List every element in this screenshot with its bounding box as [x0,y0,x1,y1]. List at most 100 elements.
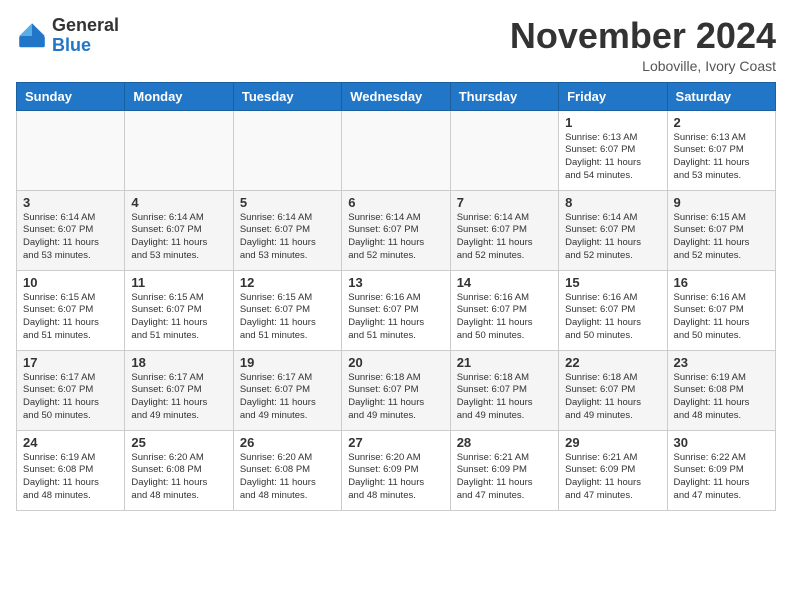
calendar-cell: 28 Sunrise: 6:21 AMSunset: 6:09 PMDayligh… [450,430,558,510]
day-info: Sunrise: 6:21 AMSunset: 6:09 PMDaylight:… [565,452,660,503]
calendar-week-row: 17 Sunrise: 6:17 AMSunset: 6:07 PMDayligh… [17,350,776,430]
calendar-cell: 25 Sunrise: 6:20 AMSunset: 6:08 PMDayligh… [125,430,233,510]
day-info: Sunrise: 6:16 AMSunset: 6:07 PMDaylight:… [565,292,660,343]
day-number: 6 [348,195,443,210]
col-header-tuesday: Tuesday [233,82,341,110]
calendar-cell: 10 Sunrise: 6:15 AMSunset: 6:07 PMDayligh… [17,270,125,350]
calendar-cell [450,110,558,190]
day-info: Sunrise: 6:15 AMSunset: 6:07 PMDaylight:… [131,292,226,343]
day-number: 27 [348,435,443,450]
calendar-cell: 7Sunrise: 6:14 AMSunset: 6:07 PMDaylight… [450,190,558,270]
day-number: 24 [23,435,118,450]
day-number: 2 [674,115,769,130]
calendar-cell: 16Sunrise: 6:16 AMSunset: 6:07 PMDayligh… [667,270,775,350]
day-number: 9 [674,195,769,210]
col-header-sunday: Sunday [17,82,125,110]
day-info: Sunrise: 6:14 AMSunset: 6:07 PMDaylight:… [23,212,118,263]
day-number: 23 [674,355,769,370]
calendar-cell [17,110,125,190]
calendar-cell [342,110,450,190]
day-number: 13 [348,275,443,290]
col-header-thursday: Thursday [450,82,558,110]
calendar-cell: 29 Sunrise: 6:21 AMSunset: 6:09 PMDayligh… [559,430,667,510]
day-number: 10 [23,275,118,290]
logo-icon [16,20,48,52]
day-info: Sunrise: 6:14 AMSunset: 6:07 PMDaylight:… [240,212,335,263]
day-number: 1 [565,115,660,130]
day-info: Sunrise: 6:17 AMSunset: 6:07 PMDaylight:… [23,372,118,423]
day-number: 12 [240,275,335,290]
page-header: General Blue November 2024 Loboville, Iv… [16,16,776,74]
calendar-cell [233,110,341,190]
calendar-cell: 13Sunrise: 6:16 AMSunset: 6:07 PMDayligh… [342,270,450,350]
day-info: Sunrise: 6:16 AMSunset: 6:07 PMDaylight:… [457,292,552,343]
day-number: 3 [23,195,118,210]
day-info: Sunrise: 6:17 AMSunset: 6:07 PMDaylight:… [131,372,226,423]
day-number: 11 [131,275,226,290]
calendar-week-row: 3 Sunrise: 6:14 AMSunset: 6:07 PMDaylight… [17,190,776,270]
calendar-cell: 6 Sunrise: 6:14 AMSunset: 6:07 PMDaylight… [342,190,450,270]
calendar-cell: 1Sunrise: 6:13 AMSunset: 6:07 PMDaylight… [559,110,667,190]
calendar-cell: 2 Sunrise: 6:13 AMSunset: 6:07 PMDaylight… [667,110,775,190]
calendar-cell: 3 Sunrise: 6:14 AMSunset: 6:07 PMDaylight… [17,190,125,270]
calendar-cell: 23 Sunrise: 6:19 AMSunset: 6:08 PMDayligh… [667,350,775,430]
col-header-wednesday: Wednesday [342,82,450,110]
day-info: Sunrise: 6:20 AMSunset: 6:09 PMDaylight:… [348,452,443,503]
day-number: 20 [348,355,443,370]
day-info: Sunrise: 6:15 AMSunset: 6:07 PMDaylight:… [23,292,118,343]
day-number: 8 [565,195,660,210]
day-number: 30 [674,435,769,450]
calendar-cell: 4 Sunrise: 6:14 AMSunset: 6:07 PMDaylight… [125,190,233,270]
day-info: Sunrise: 6:19 AMSunset: 6:08 PMDaylight:… [674,372,769,423]
day-number: 22 [565,355,660,370]
day-info: Sunrise: 6:18 AMSunset: 6:07 PMDaylight:… [348,372,443,423]
day-info: Sunrise: 6:17 AMSunset: 6:07 PMDaylight:… [240,372,335,423]
month-title: November 2024 [510,16,776,56]
calendar-week-row: 24Sunrise: 6:19 AMSunset: 6:08 PMDayligh… [17,430,776,510]
day-number: 17 [23,355,118,370]
title-area: November 2024 Loboville, Ivory Coast [510,16,776,74]
calendar-cell: 11 Sunrise: 6:15 AMSunset: 6:07 PMDayligh… [125,270,233,350]
logo-text: General Blue [52,16,119,56]
day-number: 19 [240,355,335,370]
location: Loboville, Ivory Coast [510,58,776,74]
calendar-week-row: 10 Sunrise: 6:15 AMSunset: 6:07 PMDayligh… [17,270,776,350]
day-number: 16 [674,275,769,290]
calendar-cell: 19 Sunrise: 6:17 AMSunset: 6:07 PMDayligh… [233,350,341,430]
day-info: Sunrise: 6:18 AMSunset: 6:07 PMDaylight:… [565,372,660,423]
col-header-monday: Monday [125,82,233,110]
calendar-cell: 15 Sunrise: 6:16 AMSunset: 6:07 PMDayligh… [559,270,667,350]
day-number: 5 [240,195,335,210]
calendar-cell: 9 Sunrise: 6:15 AMSunset: 6:07 PMDaylight… [667,190,775,270]
calendar-cell: 26Sunrise: 6:20 AMSunset: 6:08 PMDayligh… [233,430,341,510]
calendar-cell: 12 Sunrise: 6:15 AMSunset: 6:07 PMDayligh… [233,270,341,350]
day-info: Sunrise: 6:14 AMSunset: 6:07 PMDaylight:… [457,212,552,263]
day-number: 15 [565,275,660,290]
calendar-cell: 5 Sunrise: 6:14 AMSunset: 6:07 PMDaylight… [233,190,341,270]
calendar-cell: 27 Sunrise: 6:20 AMSunset: 6:09 PMDayligh… [342,430,450,510]
calendar-cell: 30Sunrise: 6:22 AMSunset: 6:09 PMDayligh… [667,430,775,510]
day-info: Sunrise: 6:14 AMSunset: 6:07 PMDaylight:… [131,212,226,263]
col-header-saturday: Saturday [667,82,775,110]
day-number: 29 [565,435,660,450]
day-info: Sunrise: 6:14 AMSunset: 6:07 PMDaylight:… [348,212,443,263]
day-number: 28 [457,435,552,450]
day-number: 25 [131,435,226,450]
calendar-cell: 24Sunrise: 6:19 AMSunset: 6:08 PMDayligh… [17,430,125,510]
day-info: Sunrise: 6:15 AMSunset: 6:07 PMDaylight:… [240,292,335,343]
day-info: Sunrise: 6:21 AMSunset: 6:09 PMDaylight:… [457,452,552,503]
day-number: 21 [457,355,552,370]
day-info: Sunrise: 6:18 AMSunset: 6:07 PMDaylight:… [457,372,552,423]
calendar-cell: 18Sunrise: 6:17 AMSunset: 6:07 PMDayligh… [125,350,233,430]
day-info: Sunrise: 6:20 AMSunset: 6:08 PMDaylight:… [131,452,226,503]
day-info: Sunrise: 6:13 AMSunset: 6:07 PMDaylight:… [674,132,769,183]
logo: General Blue [16,16,119,56]
day-info: Sunrise: 6:14 AMSunset: 6:07 PMDaylight:… [565,212,660,263]
col-header-friday: Friday [559,82,667,110]
day-number: 4 [131,195,226,210]
calendar-cell: 20 Sunrise: 6:18 AMSunset: 6:07 PMDayligh… [342,350,450,430]
calendar-cell: 17 Sunrise: 6:17 AMSunset: 6:07 PMDayligh… [17,350,125,430]
calendar-cell: 22 Sunrise: 6:18 AMSunset: 6:07 PMDayligh… [559,350,667,430]
day-info: Sunrise: 6:15 AMSunset: 6:07 PMDaylight:… [674,212,769,263]
calendar-cell [125,110,233,190]
